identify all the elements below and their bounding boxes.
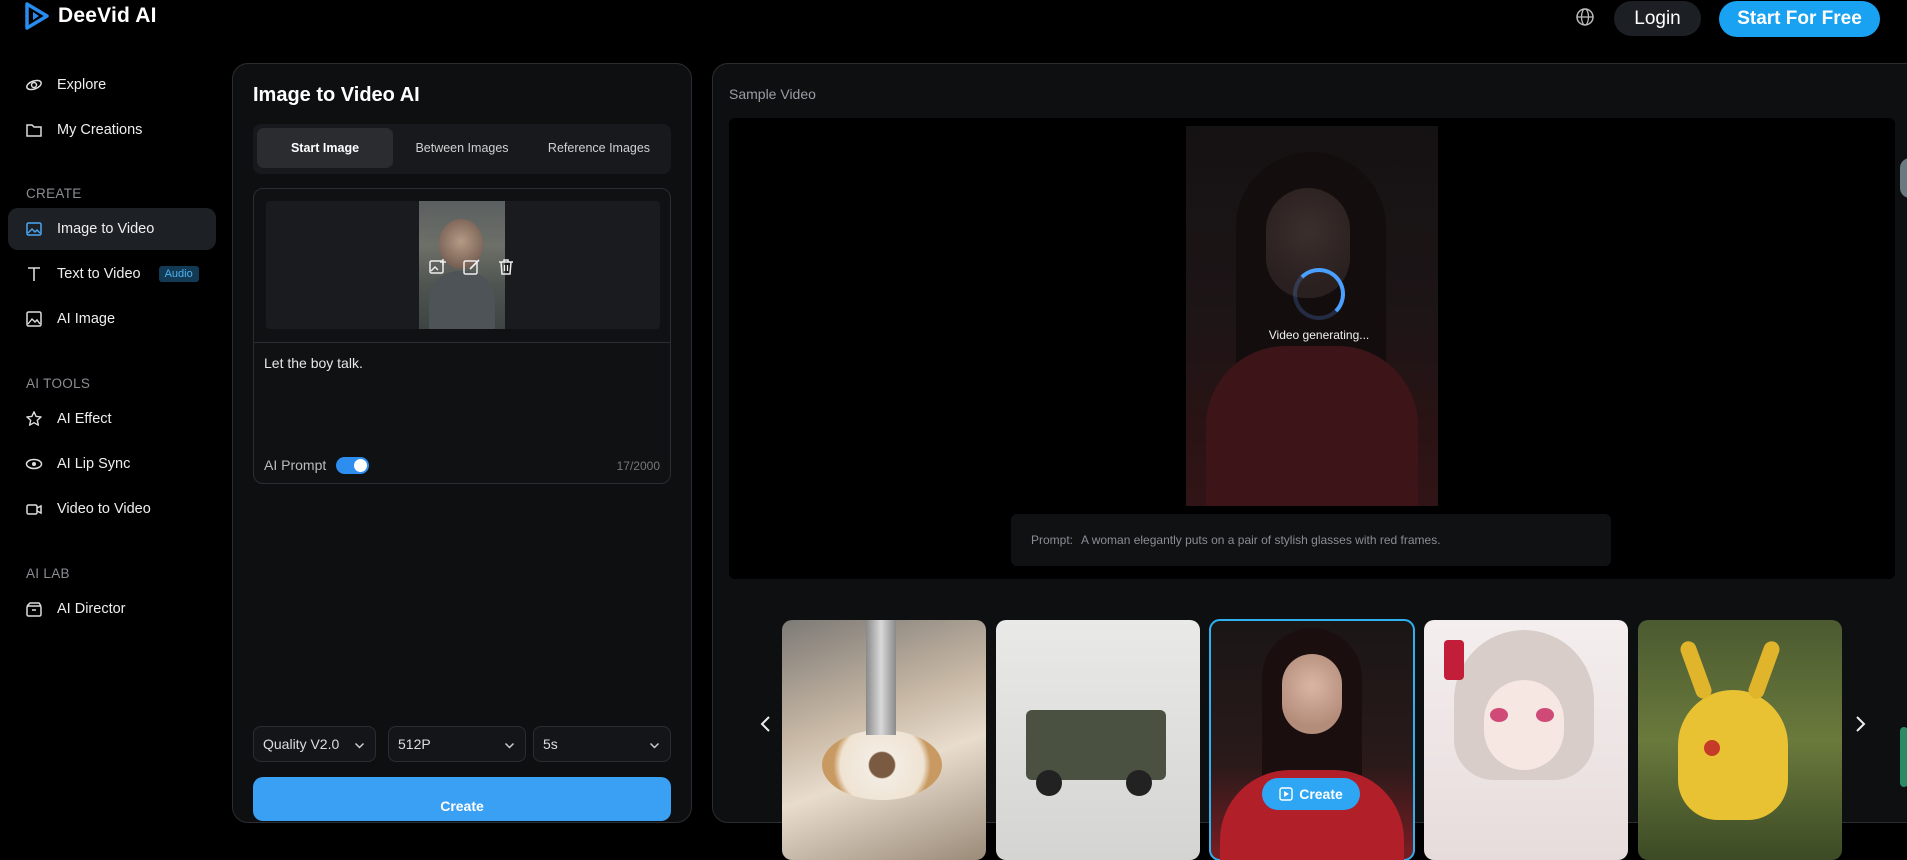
- delete-icon[interactable]: [496, 257, 516, 277]
- generating-status: Video generating...: [1268, 328, 1370, 342]
- prompt-text: A woman elegantly puts on a pair of styl…: [1081, 533, 1441, 547]
- loading-spinner-icon: [1293, 268, 1345, 320]
- sidebar-item-label: Explore: [57, 77, 107, 93]
- image-to-video-panel: Image to Video AI Start Image Between Im…: [232, 63, 692, 823]
- panel-title: Image to Video AI: [253, 84, 420, 106]
- ai-prompt-label: AI Prompt: [264, 457, 327, 473]
- play-square-icon: [1279, 787, 1293, 801]
- upload-box: Let the boy talk. AI Prompt 17/2000: [253, 188, 671, 484]
- audio-badge: Audio: [158, 266, 199, 282]
- gallery-card-pikachu[interactable]: [1638, 620, 1842, 860]
- sidebar-item-label: My Creations: [57, 122, 143, 138]
- sidebar-item-ai-effect[interactable]: AI Effect: [8, 398, 216, 440]
- edit-icon[interactable]: [462, 257, 482, 277]
- resolution-select[interactable]: 512P: [388, 726, 526, 762]
- tab-between-images[interactable]: Between Images: [394, 128, 530, 168]
- sidebar-item-label: AI Image: [57, 311, 116, 327]
- uploaded-image-preview[interactable]: [266, 201, 660, 329]
- star-icon: [26, 411, 42, 426]
- sidebar-item-image-to-video[interactable]: Image to Video: [8, 208, 216, 250]
- prompt-input[interactable]: Let the boy talk.: [264, 355, 363, 371]
- explore-icon: [26, 79, 42, 91]
- sidebar-item-ai-lip-sync[interactable]: AI Lip Sync: [8, 443, 216, 485]
- director-icon: [26, 602, 42, 617]
- login-button[interactable]: Login: [1614, 1, 1701, 36]
- video-player[interactable]: Video generating... Prompt: A woman eleg…: [729, 118, 1895, 579]
- tab-start-image[interactable]: Start Image: [257, 128, 393, 168]
- floating-button[interactable]: [1900, 158, 1907, 198]
- tab-reference-images[interactable]: Reference Images: [531, 128, 667, 168]
- mode-tabs: Start Image Between Images Reference Ima…: [253, 124, 671, 174]
- ai-prompt-toggle[interactable]: [336, 457, 369, 474]
- sidebar-item-ai-director[interactable]: AI Director: [8, 588, 216, 630]
- folder-icon: [26, 124, 42, 137]
- chevron-down-icon: [504, 742, 515, 749]
- sidebar-item-my-creations[interactable]: My Creations: [8, 109, 216, 151]
- gallery-card-donut[interactable]: [782, 620, 986, 860]
- sidebar-item-label: AI Lip Sync: [57, 456, 131, 472]
- sample-video-panel: Sample Video Video generating... Prompt:…: [712, 63, 1907, 860]
- chevron-right-icon[interactable]: [1851, 714, 1869, 734]
- gallery-card-anime[interactable]: [1424, 620, 1628, 860]
- section-create-heading: CREATE: [26, 186, 82, 201]
- text-icon: [28, 267, 40, 281]
- top-bar: DeeVid AI Login Start For Free: [0, 0, 1907, 37]
- sidebar-item-text-to-video[interactable]: Text to Video Audio: [8, 253, 216, 295]
- gallery-create-label: Create: [1299, 786, 1343, 802]
- chevron-down-icon: [649, 742, 660, 749]
- ai-image-icon: [26, 311, 42, 327]
- sample-video-label: Sample Video: [729, 86, 816, 102]
- brand[interactable]: DeeVid AI: [24, 2, 157, 30]
- image-icon: [26, 222, 42, 236]
- sidebar-item-label: AI Director: [57, 601, 126, 617]
- sample-prompt-bar: Prompt: A woman elegantly puts on a pair…: [1011, 514, 1611, 566]
- resolution-value: 512P: [398, 736, 431, 752]
- chevron-left-icon[interactable]: [757, 714, 775, 734]
- character-counter: 17/2000: [616, 459, 660, 473]
- image-tools: [428, 257, 516, 277]
- sidebar-item-label: Video to Video: [57, 501, 151, 517]
- section-tools-heading: AI TOOLS: [26, 376, 91, 391]
- start-for-free-button[interactable]: Start For Free: [1719, 1, 1880, 37]
- gallery-card-woman[interactable]: Create: [1209, 619, 1415, 860]
- sidebar-item-label: Image to Video: [57, 221, 155, 237]
- quality-select[interactable]: Quality V2.0: [253, 726, 376, 762]
- lip-sync-icon: [25, 458, 43, 470]
- replace-image-icon[interactable]: [428, 257, 448, 277]
- gallery-create-button[interactable]: Create: [1262, 778, 1360, 810]
- sidebar-item-video-to-video[interactable]: Video to Video: [8, 488, 216, 530]
- duration-select[interactable]: 5s: [533, 726, 671, 762]
- globe-icon[interactable]: [1574, 6, 1596, 28]
- sidebar-item-ai-image[interactable]: AI Image: [8, 298, 216, 340]
- section-lab-heading: AI LAB: [26, 566, 70, 581]
- sidebar-item-explore[interactable]: Explore: [8, 64, 216, 106]
- chevron-down-icon: [354, 742, 365, 749]
- sidebar-item-label: Text to Video: [57, 266, 141, 282]
- brand-name: DeeVid AI: [58, 4, 157, 27]
- gallery-card-wagon[interactable]: [996, 620, 1200, 860]
- quality-value: Quality V2.0: [263, 736, 340, 752]
- feedback-tab[interactable]: [1900, 727, 1907, 787]
- divider: [254, 342, 670, 343]
- create-button[interactable]: Create: [253, 777, 671, 821]
- video-camera-icon: [26, 504, 42, 515]
- prompt-label: Prompt:: [1031, 533, 1074, 547]
- duration-value: 5s: [543, 736, 558, 752]
- sidebar-item-label: AI Effect: [57, 411, 112, 427]
- deevid-logo-icon: [25, 2, 49, 30]
